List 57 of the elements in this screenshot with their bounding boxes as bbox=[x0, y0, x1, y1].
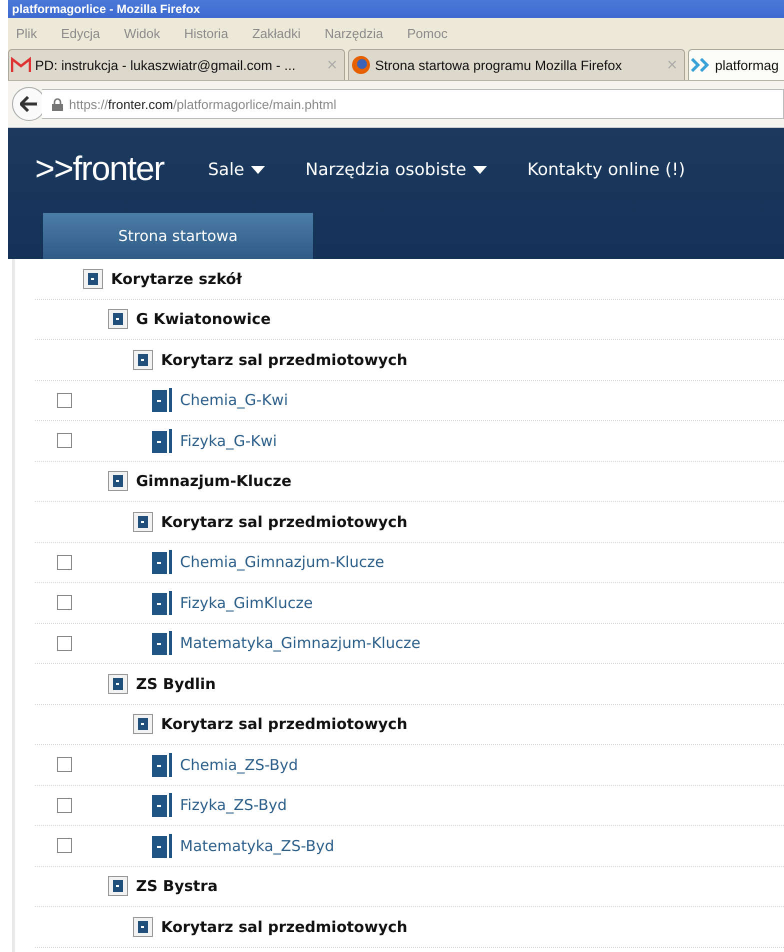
checkbox[interactable] bbox=[57, 554, 72, 570]
door-icon bbox=[152, 388, 172, 412]
chevrons-icon bbox=[691, 58, 711, 72]
room-link[interactable]: Fizyka_G-Kwi bbox=[180, 432, 277, 450]
browser-tab[interactable]: Strona startowa programu Mozilla Firefox × bbox=[348, 49, 685, 80]
door-icon bbox=[152, 834, 172, 858]
folder-icon bbox=[133, 714, 153, 734]
nav-menu[interactable]: Narzędzia osobiste bbox=[305, 160, 488, 180]
folder-icon bbox=[108, 309, 128, 330]
folder-label[interactable]: Gimnazjum-Klucze bbox=[136, 472, 292, 490]
address-field[interactable]: https://fronter.com/platformagorlice/main.phtml bbox=[42, 89, 784, 119]
folder-label[interactable]: Korytarz sal przedmiotowych bbox=[161, 512, 408, 531]
folder-icon bbox=[108, 674, 128, 694]
checkbox[interactable] bbox=[57, 798, 72, 813]
browser-tab[interactable]: platformag bbox=[688, 49, 784, 80]
folder-icon bbox=[133, 512, 153, 532]
room-link[interactable]: Matematyka_Gimnazjum-Klucze bbox=[180, 634, 420, 652]
folder-label[interactable]: Korytarz sal przedmiotowych bbox=[161, 715, 408, 734]
folder-icon bbox=[133, 350, 153, 370]
folder-label[interactable]: ZS Bydlin bbox=[136, 674, 216, 693]
room-link[interactable]: Chemia_G-Kwi bbox=[180, 391, 288, 410]
room-link[interactable]: Matematyka_ZS-Byd bbox=[180, 836, 334, 855]
folder-label[interactable]: Korytarze szkół bbox=[111, 270, 242, 288]
folder-icon bbox=[108, 471, 128, 492]
room-link[interactable]: Chemia_Gimnazjum-Klucze bbox=[180, 553, 384, 572]
folder-icon bbox=[83, 268, 103, 289]
door-icon bbox=[152, 793, 172, 818]
folder-icon bbox=[133, 916, 153, 937]
checkbox[interactable] bbox=[57, 595, 72, 610]
room-link[interactable]: Fizyka_ZS-Byd bbox=[180, 796, 287, 814]
checkbox[interactable] bbox=[57, 838, 72, 854]
globe-icon bbox=[351, 55, 371, 75]
folder-label[interactable]: G Kwiatonowice bbox=[136, 310, 271, 328]
folder-label[interactable]: Korytarz sal przedmiotowych bbox=[161, 918, 408, 936]
folder-icon bbox=[108, 876, 128, 896]
window-title: platformagorlice - Mozilla Firefox bbox=[12, 2, 200, 16]
lock-icon bbox=[52, 98, 63, 110]
room-link[interactable]: Chemia_ZS-Byd bbox=[180, 756, 298, 774]
arrow-left-icon bbox=[20, 96, 38, 112]
door-icon bbox=[152, 428, 172, 453]
door-icon bbox=[152, 752, 172, 777]
checkbox[interactable] bbox=[57, 757, 72, 772]
browser-tab[interactable]: PD: instrukcja - lukaszwiatr@gmail.com - ... × bbox=[8, 49, 345, 80]
mail-icon bbox=[11, 57, 31, 73]
logo: >>fronter bbox=[35, 150, 164, 189]
checkbox[interactable] bbox=[57, 433, 72, 448]
checkbox[interactable] bbox=[57, 392, 72, 408]
door-icon bbox=[152, 631, 172, 656]
door-icon bbox=[152, 550, 172, 574]
door-icon bbox=[152, 590, 172, 615]
folder-label[interactable]: ZS Bystra bbox=[136, 877, 218, 896]
page-tab[interactable]: Strona startowa bbox=[43, 213, 313, 259]
folder-label[interactable]: Korytarz sal przedmiotowych bbox=[161, 350, 408, 369]
room-link[interactable]: Fizyka_GimKlucze bbox=[180, 594, 313, 612]
nav-menu[interactable]: Kontakty online (!) bbox=[527, 160, 686, 180]
checkbox[interactable] bbox=[57, 636, 72, 651]
nav-menu[interactable]: Sale bbox=[208, 160, 266, 180]
